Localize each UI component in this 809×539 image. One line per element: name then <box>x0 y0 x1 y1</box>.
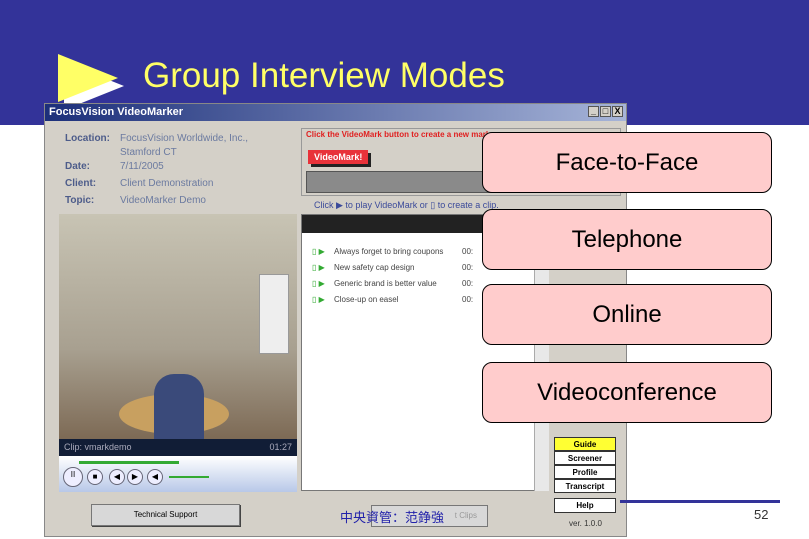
side-buttons: Guide Screener Profile Transcript <box>554 437 616 493</box>
slide-title: Group Interview Modes <box>143 56 505 95</box>
info-value: FocusVision Worldwide, Inc., Stamford CT <box>120 133 249 158</box>
info-value: 7/11/2005 <box>120 161 164 172</box>
screener-button[interactable]: Screener <box>554 451 616 465</box>
session-info: Location: FocusVision Worldwide, Inc., St… <box>65 132 250 208</box>
guide-button[interactable]: Guide <box>554 437 616 451</box>
mode-face-to-face: Face-to-Face <box>482 132 772 193</box>
window-title: FocusVision VideoMarker <box>49 106 184 118</box>
footer-line <box>620 500 780 503</box>
mode-videoconference: Videoconference <box>482 362 772 423</box>
version-label: ver. 1.0.0 <box>569 519 602 528</box>
title-bar: FocusVision VideoMarker _ □ X <box>45 104 626 121</box>
videomark-button[interactable]: VideoMark! <box>308 150 369 164</box>
info-value: VideoMarker Demo <box>120 195 206 206</box>
clip-name: Clip: vmarkdemo <box>64 442 132 452</box>
info-key: Client: <box>65 178 97 189</box>
mode-online: Online <box>482 284 772 345</box>
previous-icon[interactable]: ◀ <box>109 469 125 485</box>
player-controls: II ■ ◀ ▶ ◀ <box>59 456 297 492</box>
mode-telephone: Telephone <box>482 209 772 270</box>
easel <box>259 274 289 354</box>
next-icon[interactable]: ▶ <box>127 469 143 485</box>
stop-icon[interactable]: ■ <box>87 469 103 485</box>
info-key: Location: <box>65 133 110 144</box>
play-icon[interactable]: ▯ ▶ <box>312 247 334 257</box>
info-key: Topic: <box>65 195 95 206</box>
footer-author: 中央資管：范錚強 <box>340 510 445 525</box>
info-value: Client Demonstration <box>120 178 214 189</box>
clip-bar: Clip: vmarkdemo 01:27 <box>59 439 297 456</box>
transcript-button[interactable]: Transcript <box>554 479 616 493</box>
volume-icon[interactable]: ◀ <box>147 469 163 485</box>
page-number: 52 <box>754 507 769 522</box>
bullet-arrow-icon <box>58 54 118 102</box>
seek-slider[interactable] <box>79 461 179 464</box>
maximize-button[interactable]: □ <box>600 106 611 117</box>
clip-time: 01:27 <box>269 442 292 452</box>
profile-button[interactable]: Profile <box>554 465 616 479</box>
play-icon[interactable]: ▯ ▶ <box>312 263 334 273</box>
video-frame-person <box>154 374 204 439</box>
play-icon[interactable]: ▯ ▶ <box>312 295 334 305</box>
close-button[interactable]: X <box>612 106 623 117</box>
minimize-button[interactable]: _ <box>588 106 599 117</box>
volume-slider[interactable] <box>169 476 209 478</box>
pause-icon[interactable]: II <box>63 467 83 487</box>
play-hint: Click ▶ to play VideoMark or ▯ to create… <box>314 200 499 210</box>
videomark-label: Click the VideoMark button to create a n… <box>306 130 491 139</box>
video-player[interactable] <box>59 214 297 439</box>
technical-support-button[interactable]: Technical Support <box>91 504 240 526</box>
help-button[interactable]: Help <box>554 498 616 513</box>
info-key: Date: <box>65 161 91 172</box>
play-icon[interactable]: ▯ ▶ <box>312 279 334 289</box>
